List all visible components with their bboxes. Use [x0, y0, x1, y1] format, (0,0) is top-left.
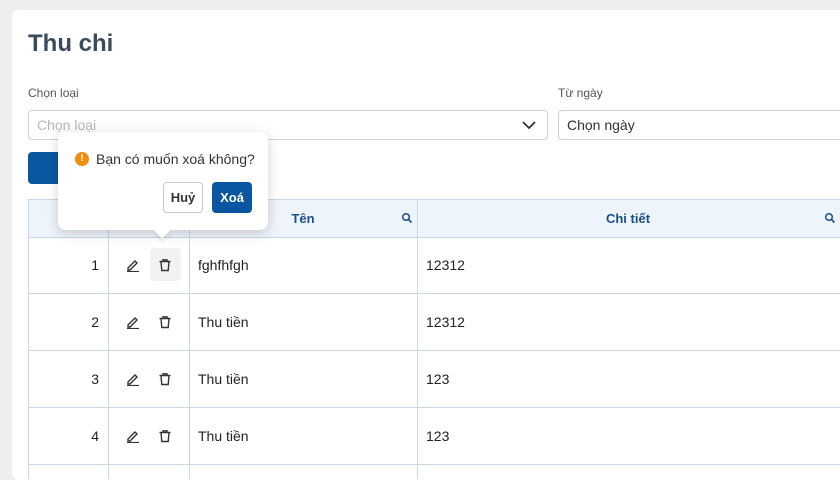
column-divider — [189, 199, 190, 479]
table-row: 1 fghfhfgh 12312 — [29, 237, 840, 294]
column-divider — [417, 199, 418, 479]
table-row: 4 Thu tiền 123 — [29, 408, 840, 465]
table-row: 3 Thu tiền 123 — [29, 351, 840, 408]
delete-confirm-popover: ! Bạn có muốn xoá không? Huỷ Xoá — [58, 132, 268, 239]
confirm-message: Bạn có muốn xoá không? — [96, 151, 255, 167]
row-detail: 12312 — [426, 314, 465, 330]
from-date-picker[interactable]: Chọn ngày — [558, 110, 840, 140]
from-date-label: Từ ngày — [558, 86, 603, 100]
transactions-table: Tên Chi tiết 1 fghfhfgh 12312 2 Thu tiền… — [28, 199, 840, 479]
pencil-icon[interactable] — [126, 372, 140, 386]
search-icon[interactable] — [401, 212, 413, 224]
row-detail: 12312 — [426, 257, 465, 273]
column-header-detail-label: Chi tiết — [605, 211, 651, 226]
from-date-value: Chọn ngày — [567, 117, 635, 133]
pencil-icon[interactable] — [126, 315, 140, 329]
row-name: Thu tiền — [198, 428, 249, 444]
type-select-placeholder: Chọn loại — [37, 117, 97, 133]
row-name: Thu tiền — [198, 371, 249, 387]
row-index: 3 — [91, 371, 99, 387]
search-icon[interactable] — [824, 212, 836, 224]
trash-icon[interactable] — [158, 429, 172, 443]
cancel-button[interactable]: Huỷ — [163, 182, 203, 213]
row-index: 2 — [91, 314, 99, 330]
trash-icon[interactable] — [158, 372, 172, 386]
pencil-icon[interactable] — [126, 429, 140, 443]
column-divider — [108, 199, 109, 479]
row-detail: 123 — [426, 428, 450, 444]
pencil-icon[interactable] — [126, 258, 140, 272]
column-header-detail[interactable]: Chi tiết — [418, 200, 838, 237]
row-detail: 123 — [426, 371, 450, 387]
chevron-down-icon — [522, 121, 536, 130]
confirm-delete-button[interactable]: Xoá — [212, 182, 252, 213]
table-row: 2 Thu tiền 12312 — [29, 294, 840, 351]
row-index: 1 — [91, 257, 99, 273]
type-filter-label: Chọn loại — [28, 86, 79, 100]
warning-icon: ! — [75, 152, 89, 166]
row-name: Thu tiền — [198, 314, 249, 330]
trash-icon[interactable] — [158, 315, 172, 329]
column-header-name-label: Tên — [291, 211, 315, 226]
trash-icon[interactable] — [158, 258, 172, 272]
row-name: fghfhfgh — [198, 257, 249, 273]
row-index: 4 — [91, 428, 99, 444]
page-title: Thu chi — [28, 30, 114, 57]
